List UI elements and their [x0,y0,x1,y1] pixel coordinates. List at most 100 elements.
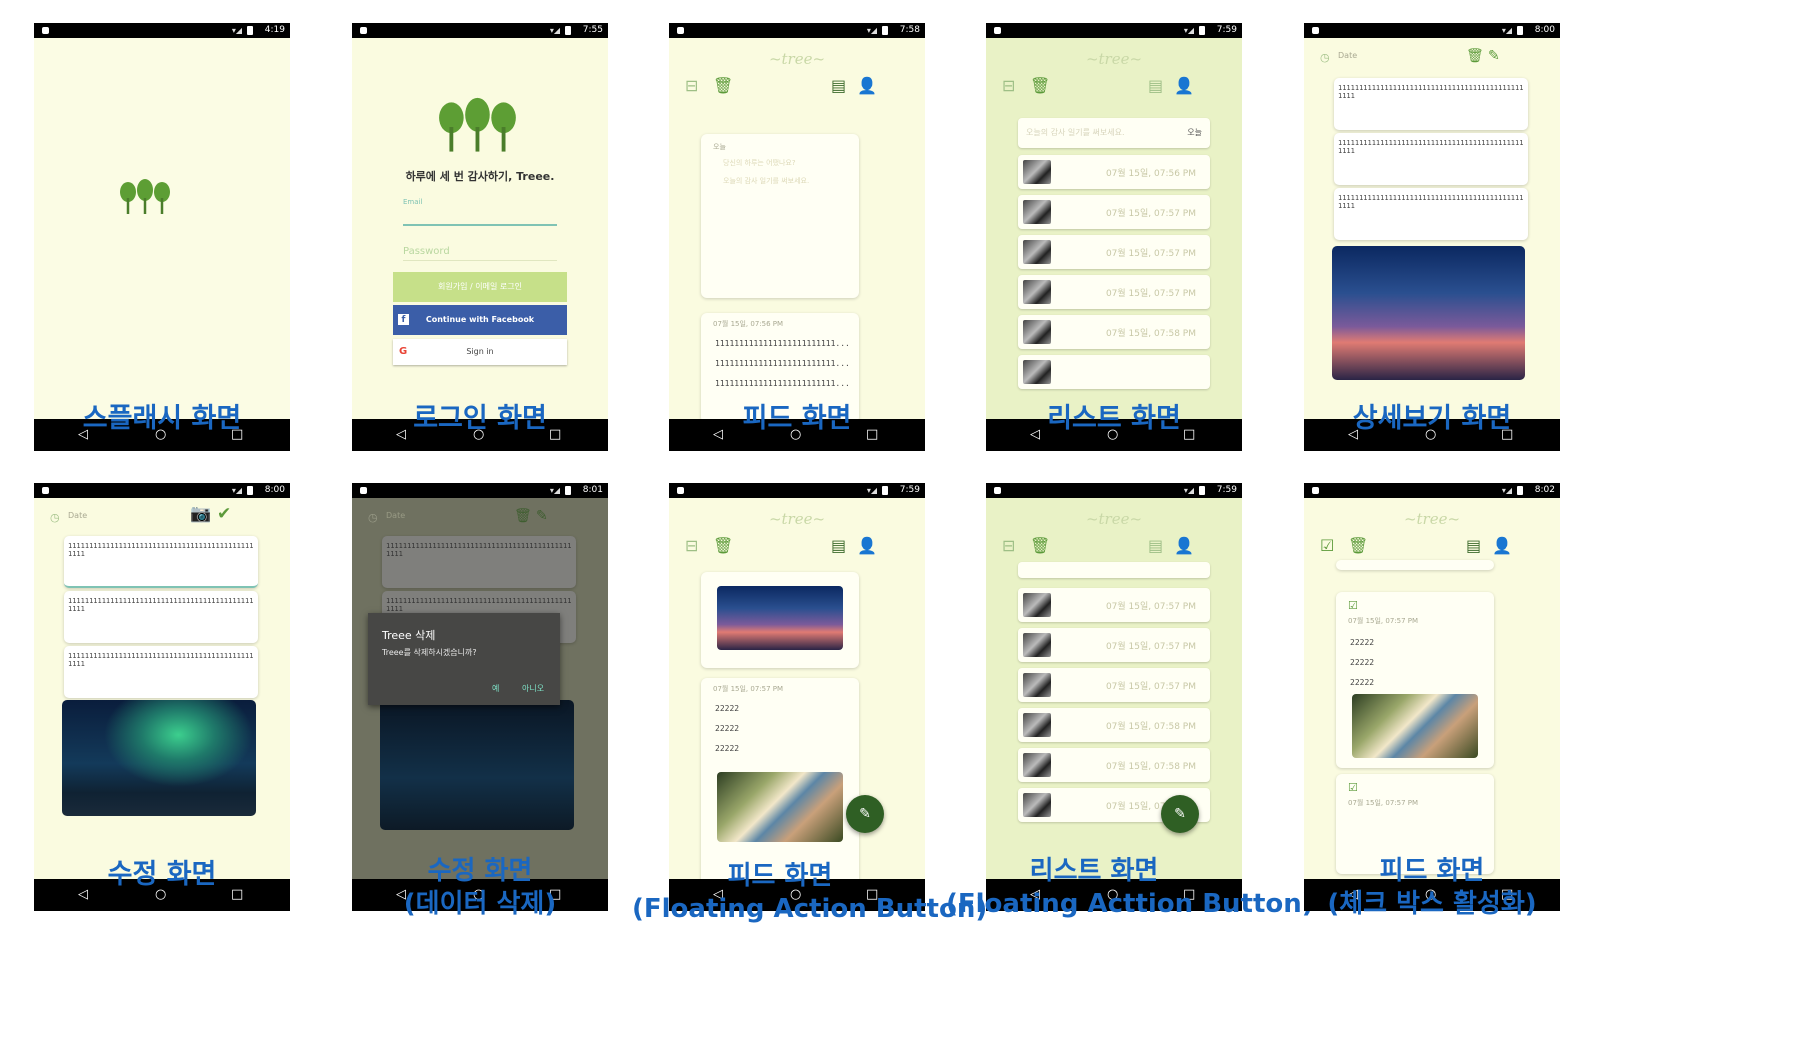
edit-pencil-icon[interactable]: ✎ [536,508,548,524]
attached-photo [1332,246,1525,380]
feed-entry-card[interactable]: ☑ 07월 15일, 07:57 PM 22222 22222 22222 [1336,592,1494,768]
phone-detail: ▾◢ 8:00 ◷ Date 🗑 ✎ 1111111111111111111111… [1304,23,1560,451]
search-input[interactable]: 오늘의 감사 일기를 써보세요. [1026,127,1125,138]
dialog-yes-button[interactable]: 예 [492,683,499,694]
profile-icon[interactable]: 👤 [1492,538,1512,554]
feed-view-icon[interactable]: ▤ [831,538,846,554]
list-item[interactable]: 07월 15일, 07:58 PM [1018,748,1210,782]
list-item[interactable]: 07월 15일, 07:57 PM [1018,275,1210,309]
trash-icon[interactable]: 🗑 [1030,78,1050,94]
trash-icon[interactable]: 🗑 [713,78,733,94]
list-item[interactable]: 07월 15일, 07:57 PM [1018,195,1210,229]
caption-edit-delete: 수정 화면 (데이터 삭제) [403,856,557,919]
entry-checkbox[interactable]: ☑ [1348,780,1358,796]
status-bar: ▾◢ 7:58 [669,23,925,38]
trash-icon[interactable]: 🗑 [514,508,532,524]
dialog-message: Treee를 삭제하시겠습니까? [382,648,477,657]
memo-field[interactable]: 1111111111111111111111111111111111111111… [1334,133,1528,185]
email-field[interactable] [403,224,557,226]
write-fab-button[interactable]: ✎ [1161,795,1199,833]
entry-date: 07월 15일, 07:57 PM [713,685,784,693]
profile-icon[interactable]: 👤 [857,78,877,94]
feed-photo-card[interactable] [701,572,859,668]
search-bar[interactable]: 오늘의 감사 일기를 써보세요. 오늘 [1018,118,1210,148]
phone-feed: ▾◢ 7:58 ~tree~ ⊟ 🗑 ▤ 👤 오늘 당신의 하루는 어땠나요? 오… [669,23,925,451]
caption-list-fab: 리스트 화면 (Floating Acttion Button) [946,856,1314,919]
feed-entry-card[interactable] [1336,560,1494,570]
google-icon: G [399,346,408,357]
collapse-icon[interactable]: ⊟ [1002,78,1015,94]
caption-feed-checkbox: 피드 화면 (체크 박스 활성화) [1327,856,1537,919]
photo-thumbnail [1023,793,1051,817]
memo-field[interactable]: 1111111111111111111111111111111111111111… [64,591,258,643]
memo-field[interactable]: 1111111111111111111111111111111111111111… [1334,78,1528,130]
list-item-date: 07월 15일, 07:58 PM [1105,762,1196,772]
entry-photo [717,772,843,842]
status-time: 8:00 [1534,25,1555,35]
trash-icon[interactable]: 🗑 [1466,48,1484,64]
add-photo-icon[interactable]: 📷 [190,506,211,523]
status-time: 4:19 [264,25,285,35]
list-item[interactable]: 07월 15일, 07:57 PM [1018,235,1210,269]
attached-photo[interactable] [62,700,256,816]
password-field[interactable]: Password [403,246,450,257]
collapse-icon[interactable]: ⊟ [1002,538,1015,554]
list-item[interactable]: 07월 15일, 07:57 PM [1018,668,1210,702]
trash-icon[interactable]: 🗑 [1030,538,1050,554]
feed-screen: ~tree~ ⊟ 🗑 ▤ 👤 07월 15일, 07:57 PM 22222 2… [669,498,925,879]
feed-entry-card[interactable]: 07월 15일, 07:57 PM 22222 22222 22222 [701,678,859,879]
list-item[interactable]: 07월 15일, 07:58 PM [1018,315,1210,349]
feed-screen: ~tree~ ☑ 🗑 ▤ 👤 ☑ 07월 15일, 07:57 PM 22222… [1304,498,1560,879]
feed-view-icon[interactable]: ▤ [831,78,846,94]
feed-screen: ~tree~ ⊟ 🗑 ▤ 👤 오늘 당신의 하루는 어땠나요? 오늘의 감사 일… [669,38,925,419]
profile-icon[interactable]: 👤 [857,538,877,554]
list-item[interactable]: 07월 15일, 07:57 PM [1018,628,1210,662]
google-button[interactable]: G Sign in [393,339,567,365]
collapse-icon[interactable]: ⊟ [685,78,698,94]
edit-pencil-icon[interactable]: ✎ [1488,48,1500,64]
memo-field[interactable]: 1111111111111111111111111111111111111111… [1334,188,1528,240]
entry-line: 22222 [715,704,740,713]
trash-icon[interactable]: 🗑 [1348,538,1368,554]
entry-checkbox[interactable]: ☑ [1348,598,1358,614]
phone-feed-fab: ▾◢ 7:59 ~tree~ ⊟ 🗑 ▤ 👤 07월 15일, 07:57 PM … [669,483,925,911]
today-chip[interactable]: 오늘 [1187,127,1202,138]
entry-photo [1352,694,1478,758]
dialog-no-button[interactable]: 아니오 [522,683,544,694]
feed-view-icon[interactable]: ▤ [1466,538,1481,554]
facebook-button[interactable]: f Continue with Facebook [393,305,567,335]
phone-feed-checkbox: ▾◢ 8:02 ~tree~ ☑ 🗑 ▤ 👤 ☑ 07월 15일, 07:57 P… [1304,483,1560,911]
list-item[interactable] [1018,355,1210,389]
list-item[interactable]: 07월 15일, 07:56 PM [1018,155,1210,189]
entry-line: 1111111111111111111111111... [715,339,850,348]
app-script-logo: ~tree~ [1085,510,1143,528]
attached-photo [380,700,574,830]
memo-text: 1111111111111111111111111111111111111111… [68,597,254,613]
list-item-date: 07월 15일, 07:58 PM [1105,722,1196,732]
check-icon[interactable]: ✔ [217,506,231,523]
phone-login: ▾◢ 7:55 하루에 세 번 감사하기, Treee. Email Passwo… [352,23,608,451]
list-item[interactable]: 07월 15일, 07:58 PM [1018,708,1210,742]
memo-field[interactable]: 1111111111111111111111111111111111111111… [64,646,258,698]
profile-icon[interactable]: 👤 [1174,538,1194,554]
memo-field[interactable]: 1111111111111111111111111111111111111111… [64,536,258,588]
login-screen: 하루에 세 번 감사하기, Treee. Email Password 회원가입… [352,38,608,419]
collapse-icon[interactable]: ⊟ [685,538,698,554]
signup-button[interactable]: 회원가입 / 이메일 로그인 [393,272,567,302]
status-time: 7:59 [899,485,920,495]
entry-line: 22222 [1350,658,1375,667]
list-item[interactable] [1018,562,1210,578]
list-item[interactable]: 07월 15일, 07:57 PM [1018,588,1210,622]
write-fab-button[interactable]: ✎ [846,795,884,833]
list-item-date: 07월 15일, 07:57 PM [1105,289,1196,299]
date-label: Date [1338,51,1358,60]
list-view-icon[interactable]: ▤ [1148,78,1163,94]
profile-icon[interactable]: 👤 [1174,78,1194,94]
list-view-icon[interactable]: ▤ [1148,538,1163,554]
checkbox-toggle-icon[interactable]: ☑ [1320,538,1334,554]
entry-line: 1111111111111111111111111... [715,379,850,388]
trash-icon[interactable]: 🗑 [713,538,733,554]
entry-line: 22222 [1350,678,1375,687]
photo-thumbnail [1023,320,1051,344]
compose-card[interactable]: 오늘 당신의 하루는 어땠나요? 오늘의 감사 일기를 써보세요. [701,134,859,298]
